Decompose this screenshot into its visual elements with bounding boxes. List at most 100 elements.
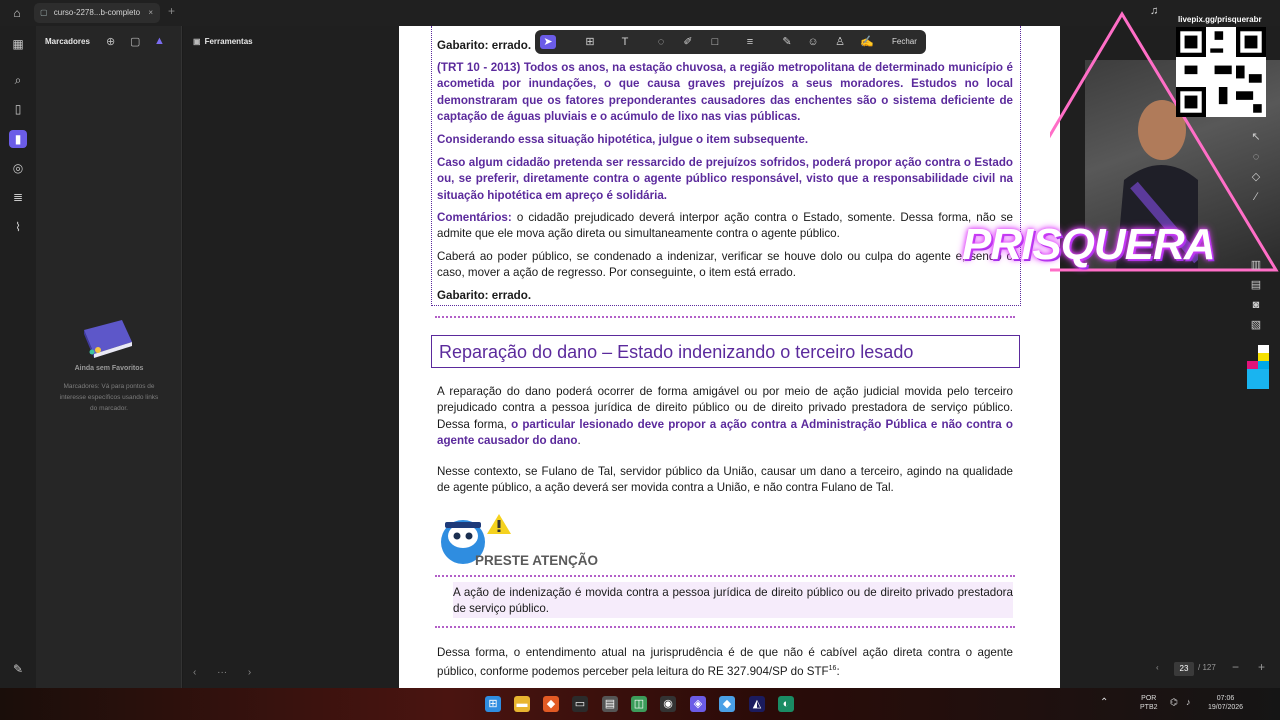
answer-key: Gabarito: errado.: [437, 289, 532, 302]
text-tool-icon[interactable]: T: [617, 35, 633, 49]
tab-title: curso-2278...b-completo: [53, 8, 141, 17]
tag-icon[interactable]: ◇: [1249, 170, 1263, 184]
prev-arrow-icon[interactable]: ‹: [193, 667, 196, 678]
paragraph-3-text: Dessa forma, o entendimento atual na jur…: [437, 646, 1013, 679]
clipboard-icon[interactable]: ▧: [1249, 318, 1263, 332]
line-tool-icon[interactable]: ≡: [742, 35, 758, 49]
pencil-tool-icon[interactable]: ✎: [779, 35, 795, 49]
attention-bottom-divider: [435, 626, 1015, 628]
network-icon[interactable]: ⌬: [1170, 698, 1178, 707]
close-toolbar-button[interactable]: Fechar: [892, 37, 917, 46]
next-arrow-icon[interactable]: ›: [248, 667, 251, 678]
comment-tool-icon[interactable]: ◌: [653, 35, 669, 49]
tray-chevron-icon[interactable]: ⌃: [1100, 698, 1108, 708]
right-toolstrip: ↖ ◌ ◇ ∕ ▥ ▤ ◙ ▧: [1249, 130, 1269, 338]
qr-label: livepix.gg/prisquerabr: [1178, 15, 1262, 24]
section-title: Reparação do dano – Estado indenizando o…: [439, 342, 914, 362]
paragraph-1-c: .: [577, 433, 581, 447]
more-icon[interactable]: ···: [217, 667, 227, 678]
search-icon[interactable]: ⌕: [9, 71, 27, 89]
comment-text: o cidadão prejudicado deverá interpor aç…: [437, 211, 1013, 241]
paragraph-3-end: :: [836, 665, 840, 679]
apps-grid-icon[interactable]: ▦: [9, 35, 27, 53]
section-divider: [435, 316, 1015, 318]
empty-book-illustration: [84, 320, 132, 358]
home-icon[interactable]: ⌂: [10, 6, 24, 20]
clock-date: 19/07/2026: [1208, 704, 1244, 711]
language-top: POR: [1141, 695, 1157, 702]
clock-time: 07:06: [1216, 695, 1235, 702]
zoom-in-icon[interactable]: +: [1258, 660, 1265, 674]
left-icon-rail: ▦ ⌕ ▯ ▮ ◎ ≣ ⌇ ✎: [0, 26, 36, 688]
language-indicator[interactable]: POR PTB2: [1140, 694, 1158, 712]
notepad-icon[interactable]: ▤: [602, 696, 618, 712]
area-select-icon[interactable]: ⊞: [582, 35, 598, 49]
comment-paragraph: Comentários: o cidadão prejudicado dever…: [437, 210, 1013, 243]
shape-tool-icon[interactable]: □: [707, 35, 723, 49]
prev-page-icon[interactable]: ‹: [1156, 663, 1159, 672]
signature-tool-icon[interactable]: ✍: [859, 35, 875, 49]
trash-icon[interactable]: ▥: [1249, 258, 1263, 272]
sticker-tool-icon[interactable]: ☺: [805, 35, 821, 49]
cursor-icon[interactable]: ↖: [1249, 130, 1263, 144]
new-tab-button[interactable]: +: [168, 4, 175, 18]
zoom-out-icon[interactable]: −: [1232, 660, 1239, 674]
bookmarks-title: Marcadores: [45, 37, 90, 46]
tools-title[interactable]: ▣ Ferramentas: [193, 37, 253, 46]
streamer-name-overlay: PRISQUERA: [962, 220, 1216, 269]
layers-stack-icon[interactable]: ▤: [1249, 278, 1263, 292]
question-item: Caso algum cidadão pretenda ser ressarci…: [437, 156, 1013, 202]
section-heading-box: Reparação do dano – Estado indenizando o…: [431, 335, 1020, 368]
comments-icon[interactable]: ◎: [9, 159, 27, 177]
app-icon-blue[interactable]: ◆: [719, 696, 735, 712]
annotation-toolbar: ➤ ⊞ T ◌ ✐ □ ≡ ✎ ☺ ♙ ✍ Fechar: [535, 30, 926, 54]
lasso-icon[interactable]: ◌: [1249, 150, 1263, 164]
panel-nav: ‹ ··· ›: [193, 667, 251, 678]
camera-icon[interactable]: ◙: [1249, 298, 1263, 312]
edge-icon[interactable]: ◐: [778, 696, 794, 712]
language-bottom: PTB2: [1140, 704, 1158, 711]
highlight-tool-icon[interactable]: ✐: [680, 35, 696, 49]
brush-icon[interactable]: ∕: [1249, 190, 1263, 204]
paragraph-1-highlight: o particular lesionado deve propor a açã…: [437, 417, 1013, 447]
windows-taskbar: ⊞ ▬ ◆ ▭ ▤ ◫ ◉ ◈ ◆ ◭ ◐ ⌃ POR PTB2 ⌬ ♪ 07:…: [0, 688, 1280, 720]
app-icon-purple[interactable]: ◈: [690, 696, 706, 712]
question-header: (TRT 10 - 2013) Todos os anos, na estaçã…: [437, 61, 1013, 123]
stamp-tool-icon[interactable]: ♙: [832, 35, 848, 49]
file-explorer-icon[interactable]: ▬: [514, 696, 530, 712]
empty-bookmarks-description: Marcadores: Vá para pontos de interesse …: [59, 383, 159, 412]
terminal-icon[interactable]: ▭: [572, 696, 588, 712]
close-tab-icon[interactable]: ×: [148, 3, 153, 23]
paragraph-3: Dessa forma, o entendimento atual na jur…: [437, 645, 1013, 680]
sign-icon[interactable]: ✎: [9, 660, 27, 678]
page-navigator: ‹ 23 / 127 − +: [1152, 660, 1272, 680]
start-icon[interactable]: ⊞: [485, 696, 501, 712]
empty-bookmarks-title: Ainda sem Favoritos: [74, 365, 144, 372]
comment-label: Comentários:: [437, 211, 512, 224]
delete-bookmark-icon[interactable]: ▢: [130, 35, 140, 48]
obs-icon[interactable]: ◉: [660, 696, 676, 712]
brave-browser-icon[interactable]: ◆: [543, 696, 559, 712]
bookmark-icon[interactable]: ▮: [9, 130, 27, 148]
pages-icon[interactable]: ▯: [9, 100, 27, 118]
current-page-input[interactable]: 23: [1174, 662, 1194, 676]
color-palette[interactable]: [1247, 345, 1269, 389]
paragraph-2: Nesse contexto, se Fulano de Tal, servid…: [437, 465, 1013, 495]
attention-text: A ação de indenização é movida contra a …: [453, 586, 1013, 616]
document-tab[interactable]: ▢ curso-2278...b-completo ×: [34, 3, 160, 23]
notifications-icon[interactable]: ♫: [1150, 5, 1158, 17]
pdf-reader-icon[interactable]: ◭: [749, 696, 765, 712]
bookmarks-panel: Marcadores ⊕ ▢ ▲ Ainda sem Favoritos Mar…: [36, 26, 182, 688]
toolbox-icon: ▣: [193, 37, 201, 46]
document-tab-icon: ▢: [40, 8, 48, 17]
pin-icon[interactable]: ▲: [154, 35, 165, 47]
add-bookmark-icon[interactable]: ⊕: [106, 35, 115, 48]
total-pages: / 127: [1198, 663, 1216, 672]
volume-icon[interactable]: ♪: [1186, 698, 1191, 707]
select-tool-icon[interactable]: ➤: [540, 35, 556, 49]
layers-icon[interactable]: ≣: [9, 188, 27, 206]
attachment-icon[interactable]: ⌇: [9, 218, 27, 236]
clock[interactable]: 07:06 19/07/2026: [1208, 694, 1243, 712]
paragraph-1: A reparação do dano poderá ocorrer de fo…: [437, 384, 1013, 449]
app-icon-green[interactable]: ◫: [631, 696, 647, 712]
